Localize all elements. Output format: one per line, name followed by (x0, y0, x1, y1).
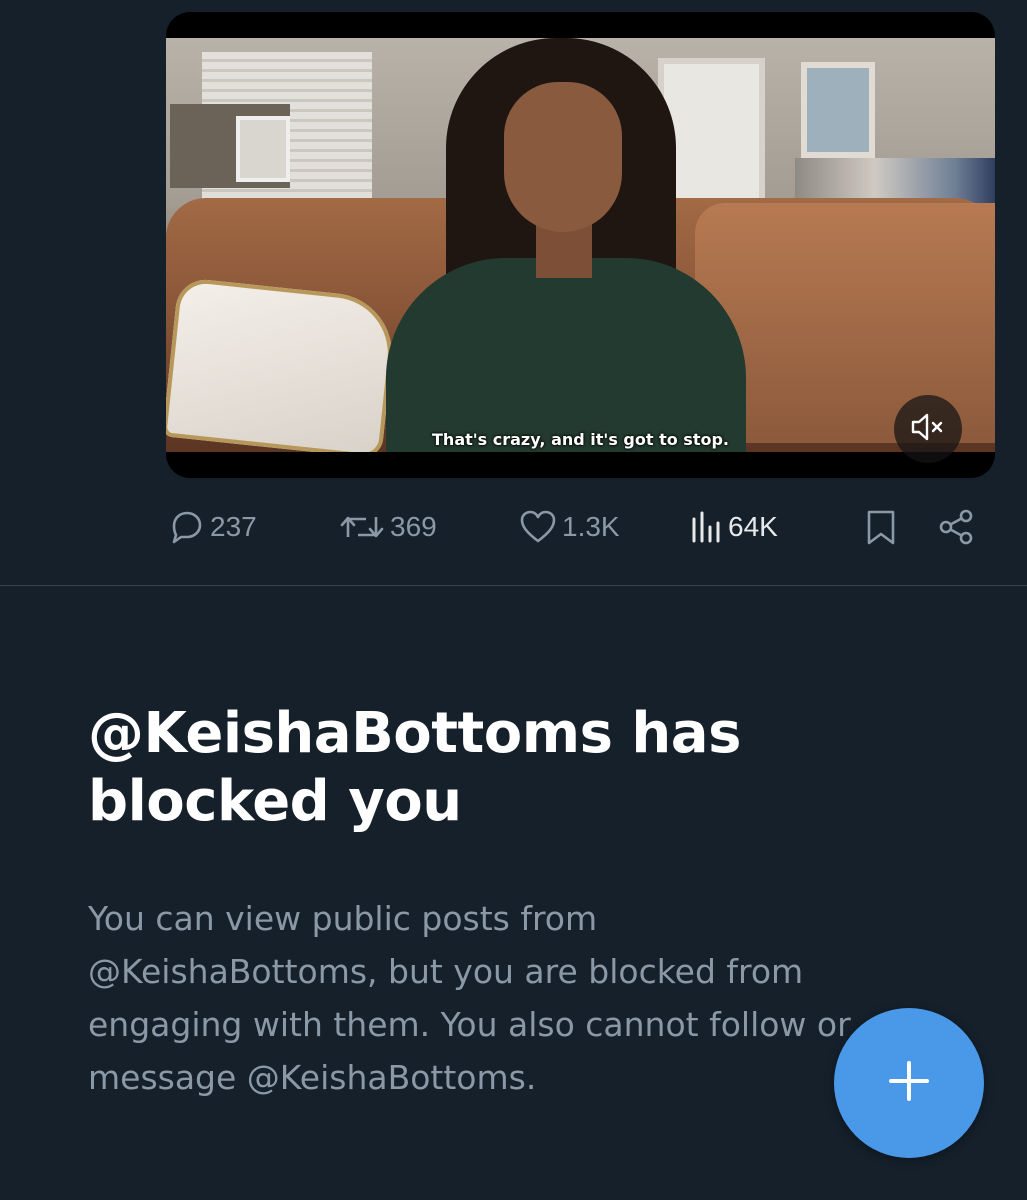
speaker-face (504, 82, 622, 232)
blocked-title: @KeishaBottoms has blocked you (88, 701, 741, 834)
like-button[interactable]: 1.3K (518, 503, 620, 551)
repost-icon (338, 507, 386, 547)
post-action-bar: 237 369 1.3K 64K (166, 503, 995, 551)
section-divider (0, 585, 1027, 586)
views-count: 64K (728, 511, 778, 542)
plus-icon (885, 1057, 933, 1110)
reply-count: 237 (210, 511, 257, 542)
repost-count: 369 (390, 511, 437, 542)
compose-post-button[interactable] (834, 1008, 984, 1158)
unmute-button[interactable] (894, 395, 962, 463)
speaker-muted-icon (910, 412, 946, 447)
video-subtitle: That's crazy, and it's got to stop. (432, 430, 729, 449)
repost-button[interactable]: 369 (338, 503, 437, 551)
views-icon (688, 507, 724, 547)
speaker-body (386, 258, 746, 452)
background-pillow (166, 276, 398, 452)
like-icon (518, 507, 558, 547)
background-photo-frames (170, 104, 290, 188)
page: That's crazy, and it's got to stop. 237 (0, 0, 1027, 1200)
reply-button[interactable]: 237 (166, 503, 257, 551)
video-frame (166, 38, 995, 452)
share-icon (936, 507, 976, 547)
post-video[interactable]: That's crazy, and it's got to stop. (166, 12, 995, 478)
views-button[interactable]: 64K (688, 503, 778, 551)
blocked-description: You can view public posts from @KeishaBo… (88, 899, 851, 1097)
share-button[interactable] (936, 503, 976, 551)
video-speaker (376, 38, 756, 452)
like-count: 1.3K (562, 511, 620, 542)
bookmark-button[interactable] (864, 503, 898, 551)
bookmark-icon (864, 507, 898, 547)
reply-icon (166, 507, 206, 547)
background-wall-frame (801, 62, 875, 158)
